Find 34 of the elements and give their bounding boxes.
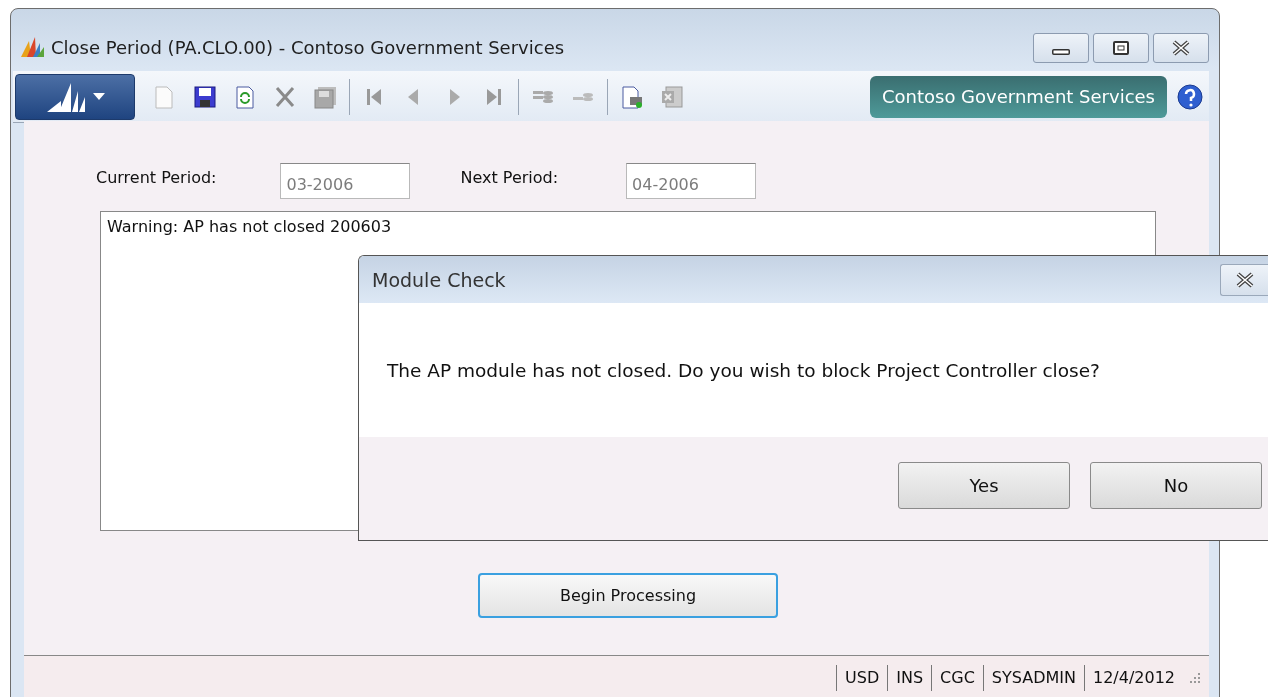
app-logo-icon — [19, 35, 45, 59]
status-item: INS — [887, 665, 932, 691]
company-banner: Contoso Government Services — [869, 75, 1167, 118]
close-button[interactable] — [1153, 33, 1209, 63]
save-icon[interactable] — [193, 84, 217, 109]
yes-button[interactable]: Yes — [898, 462, 1070, 509]
dialog-title: Module Check — [372, 268, 507, 291]
close-icon — [1171, 40, 1191, 56]
status-item: 12/4/2012 — [1083, 665, 1183, 691]
caret-icon — [93, 92, 105, 101]
save-all-icon[interactable] — [313, 84, 337, 109]
resize-grip-icon[interactable] — [1187, 671, 1201, 685]
close-button[interactable] — [1220, 263, 1268, 296]
no-button[interactable]: No — [1090, 462, 1262, 509]
refresh-document-icon[interactable] — [233, 84, 257, 109]
log-message: Warning: AP has not closed 200603 — [107, 217, 393, 236]
minimize-button[interactable] — [1033, 33, 1089, 63]
close-icon — [1234, 271, 1255, 288]
status-item: USD — [836, 665, 888, 691]
app-menu-button[interactable] — [15, 73, 135, 120]
status-item: CGC — [931, 665, 983, 691]
field-label: Next Period: — [460, 167, 559, 187]
help-icon[interactable] — [1177, 83, 1203, 110]
dialog-message: The AP module has not closed. Do you wish to block Project Controller close? — [387, 359, 1100, 381]
field-label: Current Period: — [96, 167, 217, 187]
maximize-icon — [1111, 40, 1131, 56]
maximize-button[interactable] — [1093, 33, 1149, 63]
delete-icon[interactable] — [273, 84, 297, 109]
window-title: Close Period (PA.CLO.00) - Contoso Government Services — [51, 35, 566, 58]
status-item: SYSADMIN — [982, 665, 1084, 691]
spreadsheet-icon[interactable] — [660, 84, 684, 109]
print-preview-icon[interactable] — [620, 84, 644, 109]
begin-processing-button[interactable]: Begin Processing — [478, 573, 778, 618]
minimize-icon — [1052, 49, 1070, 55]
